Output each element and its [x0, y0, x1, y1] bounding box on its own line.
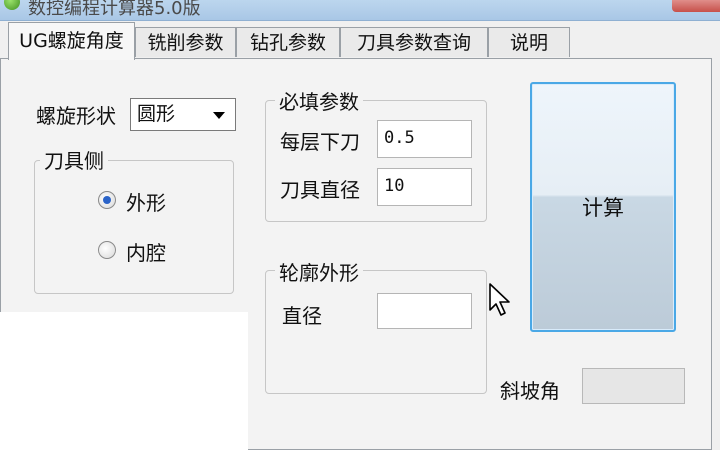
mouse-pointer-icon [489, 283, 510, 316]
tab-milling-params[interactable]: 铣削参数 [135, 27, 236, 57]
chevron-down-icon[interactable] [213, 112, 225, 119]
required-params-title: 必填参数 [275, 86, 363, 115]
tool-side-group [34, 160, 234, 294]
tab-ug-helix-angle[interactable]: UG螺旋角度 [8, 22, 135, 60]
tool-diameter-label: 刀具直径 [280, 178, 360, 202]
tab-drilling-params[interactable]: 钻孔参数 [236, 27, 340, 57]
contour-title: 轮廓外形 [275, 257, 363, 286]
ramp-angle-label: 斜坡角 [500, 379, 560, 403]
contour-diameter-input[interactable] [377, 293, 472, 329]
window-title: 数控编程计算器5.0版 [28, 0, 201, 19]
inner-pocket-label[interactable]: 内腔 [126, 237, 166, 266]
app-icon [4, 0, 20, 10]
tab-strip: UG螺旋角度 铣削参数 钻孔参数 刀具参数查询 说明 [0, 22, 720, 60]
helix-shape-label: 螺旋形状 [36, 104, 116, 128]
calculate-button-label: 计算 [582, 196, 624, 220]
tab-help[interactable]: 说明 [488, 27, 570, 57]
title-bar: 数控编程计算器5.0版 [0, 0, 720, 21]
radio-outer-profile[interactable] [98, 191, 116, 209]
step-down-label: 每层下刀 [280, 130, 360, 154]
contour-group [265, 270, 487, 394]
tab-tool-param-lookup[interactable]: 刀具参数查询 [340, 27, 488, 57]
contour-diameter-label: 直径 [282, 304, 322, 328]
tool-side-title: 刀具侧 [40, 145, 108, 174]
helix-shape-value: 圆形 [137, 103, 176, 125]
ramp-angle-output [582, 368, 685, 404]
helix-shape-select[interactable]: 圆形 [130, 98, 236, 131]
step-down-input[interactable]: 0.5 [377, 120, 472, 158]
radio-inner-pocket[interactable] [98, 241, 116, 259]
tool-diameter-input[interactable]: 10 [377, 168, 472, 206]
occluded-area [0, 312, 248, 450]
calculate-button[interactable]: 计算 [530, 82, 676, 332]
close-button[interactable] [672, 0, 720, 12]
outer-profile-label[interactable]: 外形 [126, 187, 166, 216]
